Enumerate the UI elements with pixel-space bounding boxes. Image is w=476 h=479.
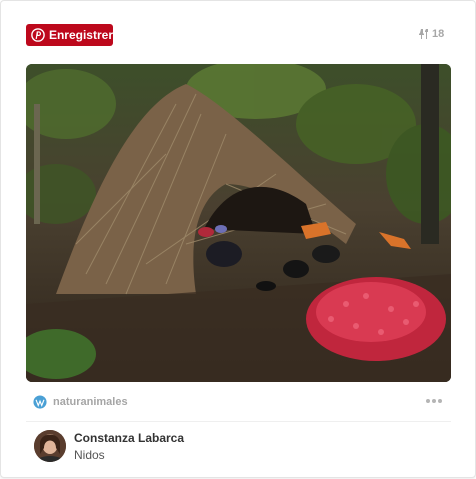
pin-source[interactable]: naturanimales <box>33 395 128 409</box>
wordpress-icon <box>33 395 47 409</box>
avatar[interactable] <box>34 430 66 462</box>
ellipsis-icon <box>426 399 430 403</box>
pin-icon <box>419 29 428 39</box>
save-button-label: Enregistrer <box>48 28 113 42</box>
save-button[interactable]: Enregistrer <box>26 24 113 46</box>
pin-card: Enregistrer 18 naturanimales Constanza L… <box>0 0 476 478</box>
repin-count: 18 <box>419 28 444 40</box>
board-name[interactable]: Nidos <box>74 448 105 462</box>
pinterest-icon <box>31 28 45 42</box>
more-options-button[interactable] <box>426 399 442 403</box>
pinner-name[interactable]: Constanza Labarca <box>74 431 184 445</box>
pin-image[interactable] <box>26 64 451 382</box>
repin-count-value: 18 <box>432 28 445 40</box>
avatar-image <box>34 430 66 462</box>
divider <box>26 421 451 422</box>
pin-image-graphic <box>26 64 451 382</box>
source-name: naturanimales <box>53 396 128 408</box>
